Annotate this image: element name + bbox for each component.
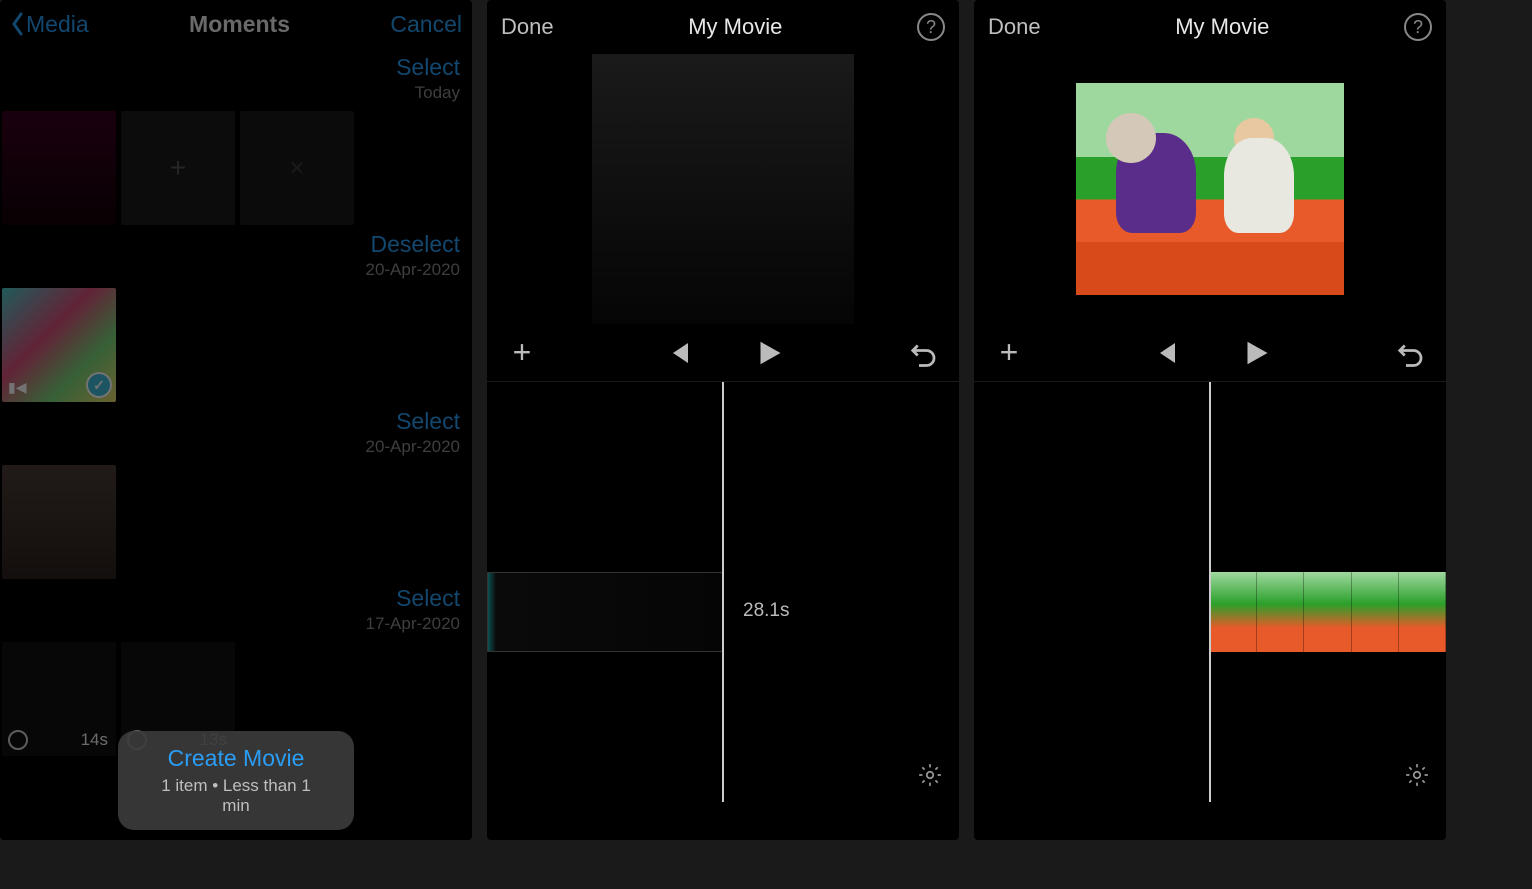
clip-frame — [1304, 572, 1351, 652]
editor-toolbar: + — [487, 324, 959, 382]
create-movie-sub: 1 item • Less than 1 min — [146, 776, 326, 816]
section-date: Today — [0, 83, 460, 103]
section-date: 17-Apr-2020 — [0, 614, 460, 634]
thumbnail-row: + ✕ — [0, 103, 472, 225]
clip-frame — [1210, 572, 1257, 652]
back-button[interactable]: Media — [10, 11, 89, 38]
editor-screen: Done My Movie ? + 28.1s — [487, 0, 959, 840]
header: Media Moments Cancel — [0, 0, 472, 48]
select-button[interactable]: Select — [0, 54, 460, 81]
playhead[interactable] — [722, 382, 724, 802]
timeline[interactable] — [974, 382, 1446, 802]
create-movie-button[interactable]: Create Movie 1 item • Less than 1 min — [118, 731, 354, 830]
select-button[interactable]: Select — [0, 408, 460, 435]
skip-back-icon — [1150, 338, 1180, 368]
play-button[interactable] — [753, 338, 783, 368]
help-button[interactable]: ? — [1404, 13, 1432, 41]
media-thumbnail-selected[interactable]: ▮◀ ✓ — [2, 288, 116, 402]
question-icon: ? — [1413, 17, 1423, 38]
done-button[interactable]: Done — [501, 14, 554, 40]
skip-back-button[interactable] — [1150, 338, 1180, 368]
clip-frame — [1399, 572, 1446, 652]
gear-icon — [1404, 762, 1430, 788]
play-button[interactable] — [1240, 338, 1270, 368]
play-icon — [753, 338, 783, 368]
section-header: Select 17-Apr-2020 — [0, 579, 472, 634]
play-icon — [1240, 338, 1270, 368]
undo-icon — [1396, 338, 1426, 368]
editor-screen: Done My Movie ? + — [974, 0, 1446, 840]
settings-button[interactable] — [917, 762, 943, 788]
section-header: Select Today — [0, 48, 472, 103]
section-date: 20-Apr-2020 — [0, 260, 460, 280]
add-media-button[interactable]: + — [507, 338, 537, 368]
done-button[interactable]: Done — [988, 14, 1041, 40]
editor-header: Done My Movie ? — [974, 0, 1446, 54]
project-title: My Movie — [1175, 14, 1269, 40]
playhead[interactable] — [1209, 382, 1211, 802]
project-title: My Movie — [688, 14, 782, 40]
deselect-button[interactable]: Deselect — [0, 231, 460, 258]
media-thumbnail[interactable] — [2, 111, 116, 225]
media-thumbnail[interactable]: ✕ — [240, 111, 354, 225]
settings-button[interactable] — [1404, 762, 1430, 788]
timecode: 28.1s — [743, 600, 789, 622]
preview-frame — [1076, 83, 1344, 295]
media-thumbnail[interactable]: 14s — [2, 642, 116, 756]
undo-button[interactable] — [909, 338, 939, 368]
gear-icon — [917, 762, 943, 788]
skip-back-icon — [663, 338, 693, 368]
section-header: Deselect 20-Apr-2020 — [0, 225, 472, 280]
editor-toolbar: + — [974, 324, 1446, 382]
help-button[interactable]: ? — [917, 13, 945, 41]
select-button[interactable]: Select — [0, 585, 460, 612]
undo-button[interactable] — [1396, 338, 1426, 368]
timeline[interactable]: 28.1s — [487, 382, 959, 802]
skip-back-button[interactable] — [663, 338, 693, 368]
thumbnail-row: ▮◀ ✓ — [0, 280, 472, 402]
unselected-circle-icon — [8, 730, 28, 750]
timeline-clip[interactable] — [487, 572, 723, 652]
video-preview[interactable] — [487, 54, 959, 324]
thumbnail-row — [0, 457, 472, 579]
video-icon: ▮◀ — [8, 379, 26, 396]
question-icon: ? — [926, 17, 936, 38]
character-icon — [1106, 113, 1156, 163]
page-title: Moments — [189, 11, 290, 38]
section-date: 20-Apr-2020 — [0, 437, 460, 457]
character-icon — [1234, 118, 1274, 158]
chevron-left-icon — [10, 12, 24, 36]
editor-header: Done My Movie ? — [487, 0, 959, 54]
create-movie-label: Create Movie — [146, 745, 326, 772]
section-header: Select 20-Apr-2020 — [0, 402, 472, 457]
plus-icon: + — [170, 152, 186, 184]
clip-frame — [1257, 572, 1304, 652]
check-icon: ✓ — [86, 372, 112, 398]
back-label: Media — [26, 11, 89, 38]
media-thumbnail[interactable]: + — [121, 111, 235, 225]
media-thumbnail[interactable] — [2, 465, 116, 579]
cross-icon: ✕ — [289, 156, 306, 181]
video-preview[interactable] — [974, 54, 1446, 324]
undo-icon — [909, 338, 939, 368]
cancel-button[interactable]: Cancel — [390, 11, 462, 38]
moments-picker-screen: Media Moments Cancel Select Today + ✕ De… — [0, 0, 472, 840]
clip-frame — [1352, 572, 1399, 652]
timeline-clip[interactable] — [1210, 572, 1446, 652]
clip-duration: 14s — [81, 730, 108, 750]
add-media-button[interactable]: + — [994, 338, 1024, 368]
